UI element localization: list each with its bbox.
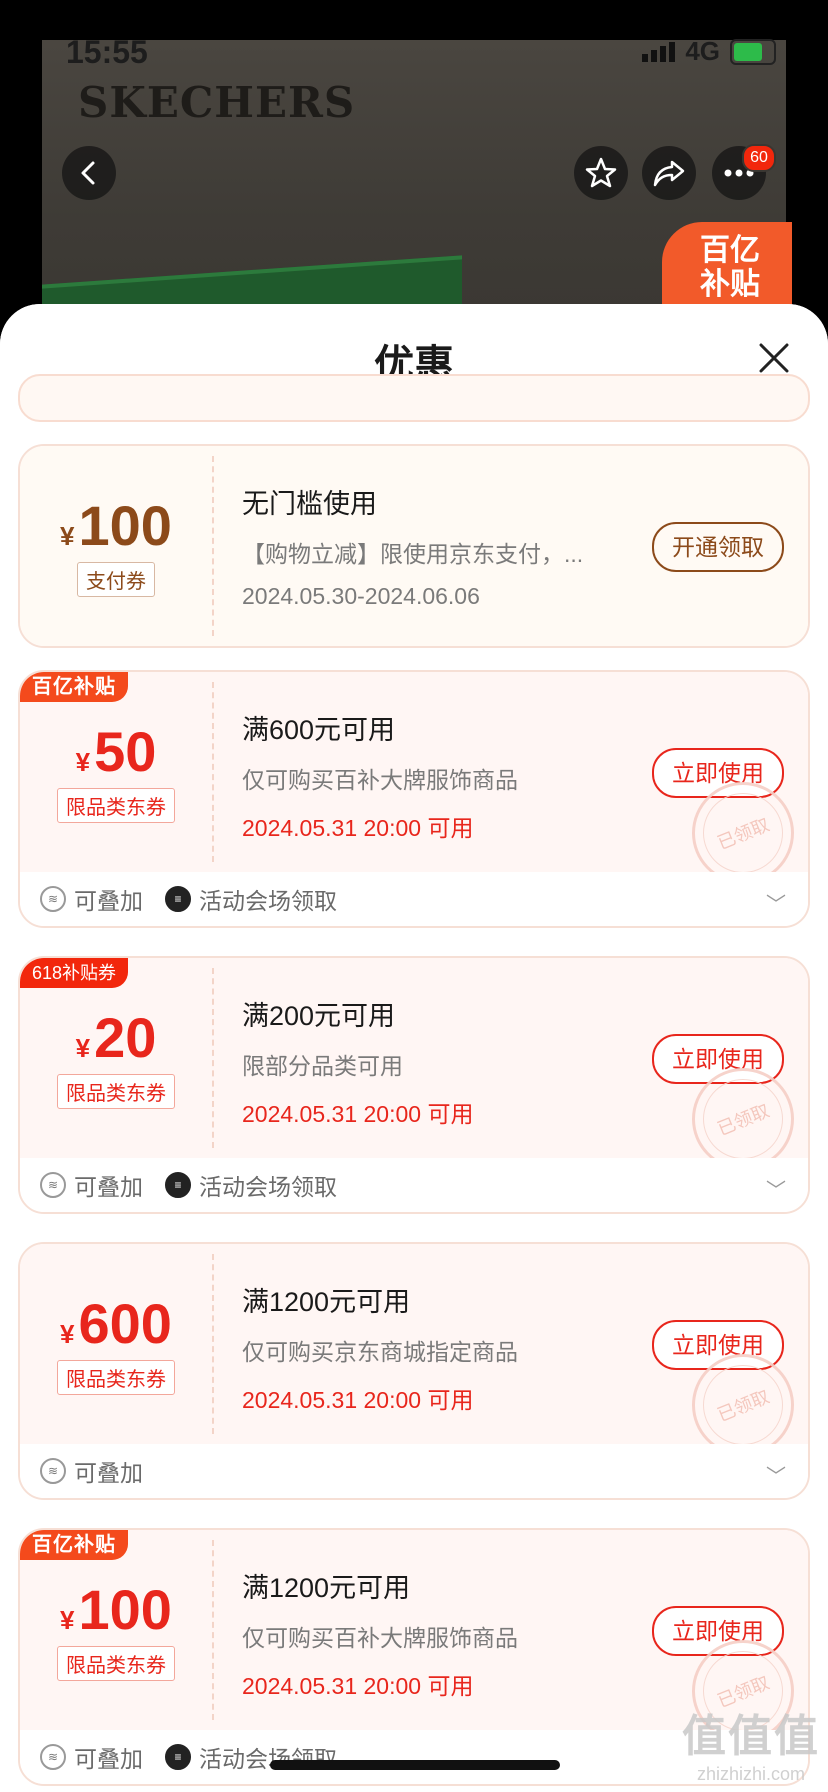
battery-icon: [730, 38, 776, 65]
coupon-condition: 满1200元可用: [242, 1287, 411, 1317]
coupon-description: 仅可购买京东商城指定商品: [242, 1339, 518, 1365]
watermark: 值值值 zhizhizhi.com: [682, 1700, 820, 1785]
stackable-label: 可叠加: [74, 1460, 143, 1486]
coupon-list[interactable]: ¥ 100 支付券 无门槛使用 【购物立减】限使用京东支付，... 2024.0…: [0, 374, 828, 1792]
stackable-label: 可叠加: [74, 1174, 143, 1200]
subsidy-badge-line2: 补贴: [700, 268, 760, 301]
coupon-date: 2024.05.30-2024.06.06: [242, 583, 480, 609]
coupon-description: 仅可购买百补大牌服饰商品: [242, 1625, 518, 1651]
subsidy-badge-line1: 百亿: [700, 234, 760, 267]
source-label: 活动会场领取: [199, 1174, 337, 1200]
coupon-condition: 满1200元可用: [242, 1573, 411, 1603]
previous-coupon-peek: [18, 374, 810, 422]
brand-logo: SKECHERS: [78, 78, 356, 127]
coupon-amount: ¥ 20: [75, 1005, 157, 1069]
coupon-condition: 无门槛使用: [242, 489, 377, 519]
favorite-button[interactable]: [574, 146, 628, 200]
stack-icon: ≋: [40, 886, 66, 912]
chevron-down-icon[interactable]: ﹀: [766, 888, 786, 917]
share-icon: [653, 160, 685, 187]
coupon-type-tag: 限品类东券: [57, 1359, 175, 1395]
coupon-date: 2024.05.31 20:00 可用: [242, 1673, 474, 1699]
coupon-type-tag: 限品类东券: [57, 1645, 175, 1681]
star-icon: [585, 157, 617, 188]
ticket-icon: ≡: [165, 1172, 191, 1198]
chevron-down-icon[interactable]: ﹀: [766, 1460, 786, 1489]
chevron-left-icon: [81, 161, 95, 185]
stack-icon: ≋: [40, 1458, 66, 1484]
source-label: 活动会场领取: [199, 888, 337, 914]
coupon-amount: ¥ 600: [60, 1291, 172, 1355]
network-label: 4G: [685, 36, 720, 66]
stack-icon: ≋: [40, 1172, 66, 1198]
coupon-footer[interactable]: ≋ 可叠加 ≡ 活动会场领取 ﹀: [20, 872, 808, 926]
stackable-label: 可叠加: [74, 888, 143, 914]
coupon-type-tag: 限品类东券: [57, 1073, 175, 1109]
ticket-icon: ≡: [165, 1744, 191, 1770]
close-icon[interactable]: [754, 338, 794, 378]
coupon-amount: ¥ 100: [60, 493, 172, 557]
coupon-condition: 满600元可用: [242, 715, 396, 745]
coupon-card: ¥ 600 限品类东券 满1200元可用 仅可购买京东商城指定商品 2024.0…: [18, 1242, 810, 1500]
stackable-label: 可叠加: [74, 1746, 143, 1772]
home-indicator[interactable]: [270, 1760, 560, 1770]
coupon-date: 2024.05.31 20:00 可用: [242, 1101, 474, 1127]
status-time: 15:55: [66, 34, 148, 70]
coupon-card: 618补贴券 ¥ 20 限品类东券 满200元可用 限部分品类可用 2024.0…: [18, 956, 810, 1214]
coupon-description: 限部分品类可用: [242, 1053, 403, 1079]
coupon-amount: ¥ 100: [60, 1577, 172, 1641]
status-bar-right: 4G: [642, 36, 776, 67]
activate-claim-button[interactable]: 开通领取: [652, 522, 784, 572]
coupon-amount: ¥ 50: [75, 719, 157, 783]
coupon-footer[interactable]: ≋ 可叠加 ﹀: [20, 1444, 808, 1498]
watermark-url: zhizhizhi.com: [696, 1764, 806, 1784]
notification-badge: 60: [742, 144, 776, 172]
stack-icon: ≋: [40, 1744, 66, 1770]
chevron-down-icon[interactable]: ﹀: [766, 1174, 786, 1203]
coupon-card-payment: ¥ 100 支付券 无门槛使用 【购物立减】限使用京东支付，... 2024.0…: [18, 444, 810, 648]
coupon-date: 2024.05.31 20:00 可用: [242, 815, 474, 841]
back-button[interactable]: [62, 146, 116, 200]
coupon-sheet: 优惠 ¥ 100 支付券 无门槛使用 【购物立减】限使用京东支付，... 202…: [0, 304, 828, 1792]
coupon-description: 【购物立减】限使用京东支付，...: [242, 541, 584, 567]
coupon-condition: 满200元可用: [242, 1001, 396, 1031]
coupon-card: 百亿补贴 ¥ 50 限品类东券 满600元可用 仅可购买百补大牌服饰商品 202…: [18, 670, 810, 928]
coupon-date: 2024.05.31 20:00 可用: [242, 1387, 474, 1413]
ticket-icon: ≡: [165, 886, 191, 912]
share-button[interactable]: [642, 146, 696, 200]
watermark-logo: 值值值: [682, 1712, 820, 1761]
coupon-type-tag: 限品类东券: [57, 787, 175, 823]
signal-icon: [642, 41, 676, 62]
coupon-footer[interactable]: ≋ 可叠加 ≡ 活动会场领取 ﹀: [20, 1158, 808, 1212]
coupon-type-tag: 支付券: [77, 561, 155, 597]
coupon-description: 仅可购买百补大牌服饰商品: [242, 767, 518, 793]
